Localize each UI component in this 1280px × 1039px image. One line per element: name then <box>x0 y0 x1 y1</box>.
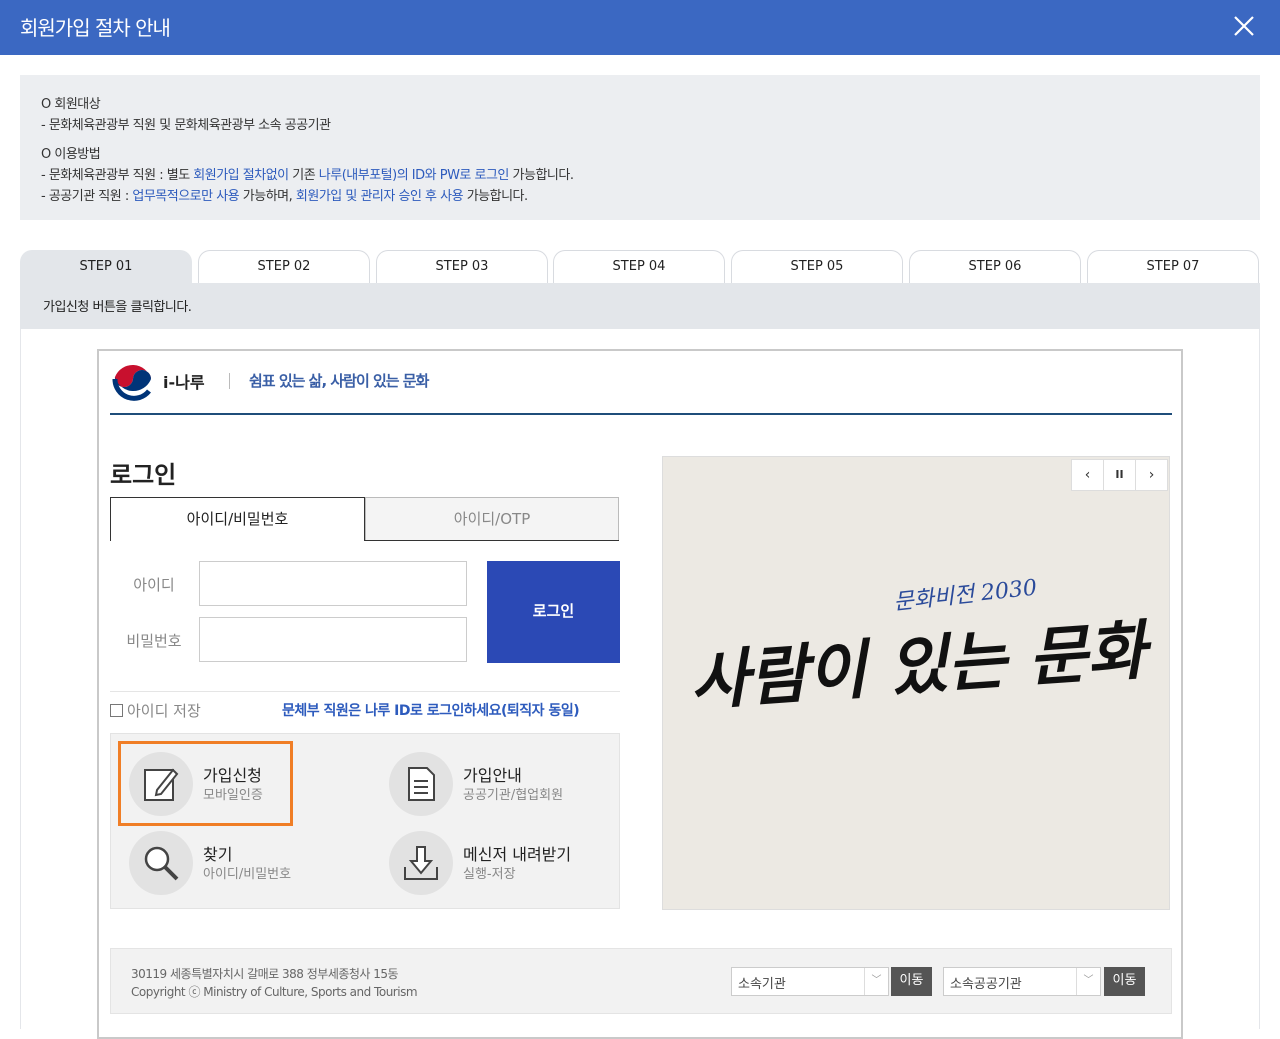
site-slogan: 쉼표 있는 삶, 사람이 있는 문화 <box>249 372 429 390</box>
select-value: 소속공공기관 <box>950 977 1022 992</box>
save-id-label: 아이디 저장 <box>127 702 201 720</box>
public-org-select[interactable]: 소속공공기관 ﹀ <box>943 967 1101 996</box>
pause-slide-button[interactable]: II <box>1103 459 1136 491</box>
tab-step-07[interactable]: STEP 07 <box>1087 250 1259 283</box>
document-icon <box>389 752 453 816</box>
tab-id-password[interactable]: 아이디/비밀번호 <box>110 497 365 541</box>
select-value: 소속기관 <box>738 977 786 992</box>
close-icon[interactable] <box>1228 10 1260 42</box>
step-description: 가입신청 버튼을 클릭합니다. <box>43 300 192 315</box>
target-heading: O 회원대상 <box>41 97 101 112</box>
banner-main-text: 사람이 있는 문화 <box>687 613 1149 720</box>
download-messenger-button[interactable]: 메신저 내려받기 실행-저장 <box>379 825 609 895</box>
step-tabs: STEP 01 STEP 02 STEP 03 STEP 04 STEP 05 … <box>20 250 1260 283</box>
footer-address: 30119 세종특별자치시 갈매로 388 정부세종청사 15동 <box>131 967 399 981</box>
site-footer: 30119 세종특별자치시 갈매로 388 정부세종청사 15동 Copyrig… <box>110 948 1172 1014</box>
password-input[interactable] <box>199 617 467 662</box>
divider <box>110 691 620 692</box>
go-button-1[interactable]: 이동 <box>891 967 932 996</box>
tab-step-06[interactable]: STEP 06 <box>909 250 1081 283</box>
text: 기존 <box>288 168 319 183</box>
find-account-button[interactable]: 찾기 아이디/비밀번호 <box>119 825 349 895</box>
info-box: O 회원대상 - 문화체육관광부 직원 및 문화체육관광부 소속 공공기관 O … <box>20 75 1260 220</box>
text: - 문화체육관광부 직원 : 별도 <box>41 168 194 183</box>
go-button-2[interactable]: 이동 <box>1104 967 1145 996</box>
text: - 공공기관 직원 : <box>41 189 133 204</box>
tab-step-02[interactable]: STEP 02 <box>198 250 370 283</box>
chevron-down-icon: ﹀ <box>1076 968 1100 995</box>
next-slide-button[interactable]: › <box>1135 459 1168 491</box>
signup-guide-subtitle: 공공기관/협업회원 <box>463 788 564 803</box>
save-id-checkbox[interactable]: 아이디 저장 <box>110 700 201 721</box>
staff-login-notice[interactable]: 문체부 직원은 나루 ID로 로그인하세요(퇴직자 동일) <box>282 700 580 720</box>
highlight-text: 회원가입 및 관리자 승인 후 사용 <box>295 189 464 204</box>
text: 가능합니다. <box>508 168 574 183</box>
download-messenger-subtitle: 실행-저장 <box>463 867 516 882</box>
tab-step-03[interactable]: STEP 03 <box>376 250 548 283</box>
modal-header: 회원가입 절차 안내 <box>0 0 1280 55</box>
footer-copyright: Copyright ⓒ Ministry of Culture, Sports … <box>131 985 418 999</box>
prev-slide-button[interactable]: ‹ <box>1071 459 1104 491</box>
tab-step-01[interactable]: STEP 01 <box>20 250 192 283</box>
text: 가능합니다. <box>463 189 528 204</box>
highlight-text: 회원가입 절차없이 <box>193 168 289 183</box>
divider <box>110 413 1172 415</box>
site-logo-text: i-나루 <box>163 373 205 392</box>
signup-guide-title: 가입안내 <box>463 766 522 785</box>
highlight-text: 업무목적으로만 사용 <box>132 189 240 204</box>
login-button[interactable]: 로그인 <box>487 561 620 663</box>
signup-guide-button[interactable]: 가입안내 공공기관/협업회원 <box>379 746 609 816</box>
tab-id-otp[interactable]: 아이디/OTP <box>365 497 619 541</box>
id-label: 아이디 <box>133 576 175 594</box>
tab-step-04[interactable]: STEP 04 <box>553 250 725 283</box>
download-icon <box>389 831 453 895</box>
government-logo-icon <box>112 360 154 402</box>
affiliated-org-select[interactable]: 소속기관 ﹀ <box>731 967 889 996</box>
find-account-subtitle: 아이디/비밀번호 <box>203 867 292 882</box>
login-heading: 로그인 <box>110 461 177 489</box>
modal-title: 회원가입 절차 안내 <box>20 16 171 40</box>
find-account-title: 찾기 <box>203 845 233 864</box>
target-text: - 문화체육관광부 직원 및 문화체육관광부 소속 공공기관 <box>41 118 331 133</box>
password-label: 비밀번호 <box>126 632 182 650</box>
method-line-agency: - 공공기관 직원 : 업무목적으로만 사용 가능하며, 회원가입 및 관리자 … <box>41 185 528 204</box>
checkbox-icon[interactable] <box>110 704 123 717</box>
step-description-bar: 가입신청 버튼을 클릭합니다. <box>20 283 1260 329</box>
text: 가능하며, <box>239 189 296 204</box>
banner-slide[interactable]: ‹ II › 문화비전 2030 사람이 있는 문화 <box>662 456 1170 910</box>
signup-highlight-box <box>118 741 293 826</box>
divider <box>365 540 619 541</box>
method-heading: O 이용방법 <box>41 147 101 162</box>
id-input[interactable] <box>199 561 467 606</box>
divider <box>229 373 230 389</box>
banner-small-text: 문화비전 2030 <box>892 575 1039 616</box>
download-messenger-title: 메신저 내려받기 <box>463 845 572 864</box>
login-page-screenshot: i-나루 쉼표 있는 삶, 사람이 있는 문화 로그인 아이디/비밀번호 아이디… <box>97 349 1183 1039</box>
highlight-text: 나루(내부포털)의 ID와 PW로 로그인 <box>318 168 510 183</box>
method-line-staff: - 문화체육관광부 직원 : 별도 회원가입 절차없이 기존 나루(내부포털)의… <box>41 164 574 183</box>
tab-step-05[interactable]: STEP 05 <box>731 250 903 283</box>
chevron-down-icon: ﹀ <box>864 968 888 995</box>
magnifier-icon <box>129 831 193 895</box>
